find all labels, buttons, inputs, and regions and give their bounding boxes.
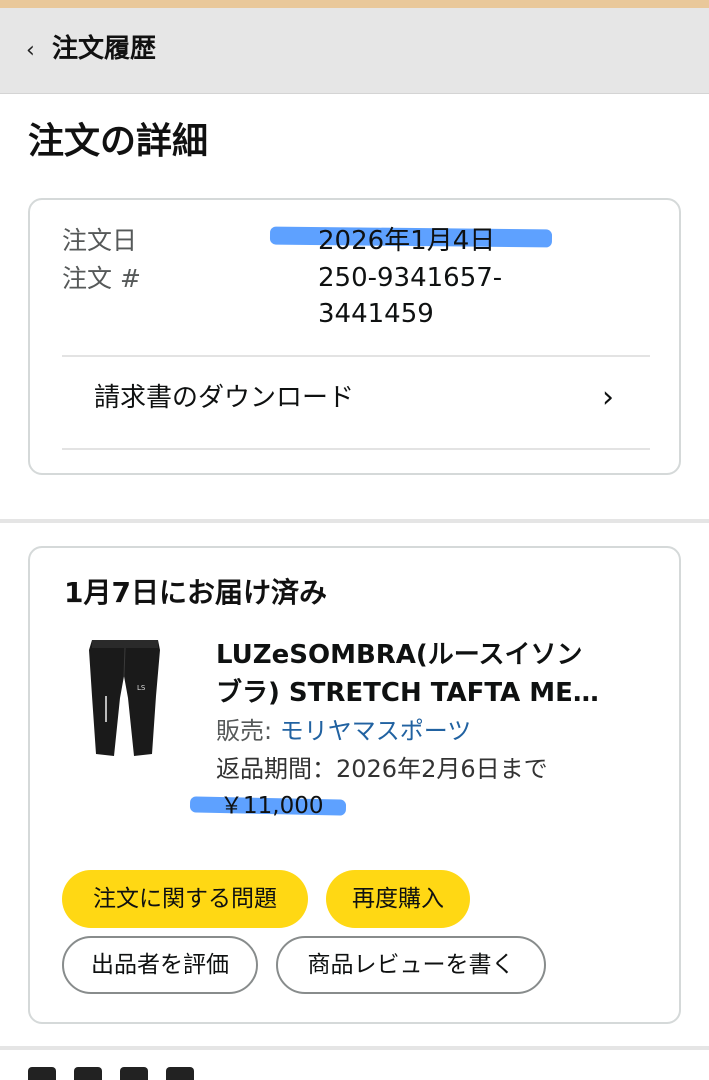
chevron-left-icon[interactable]: ‹ xyxy=(26,40,35,62)
order-date-label: 注文日 xyxy=(62,226,138,255)
product-name[interactable]: LUZeSOMBRA(ルースイソン ブラ) STRETCH TAFTA ME… xyxy=(216,636,656,712)
order-date-value: 2026年1月4日 xyxy=(318,226,496,256)
buy-again-button[interactable]: 再度購入 xyxy=(326,870,470,928)
seller-line: 販売: モリヤマスポーツ xyxy=(216,714,471,748)
invoice-download-label[interactable]: 請求書のダウンロード xyxy=(94,380,354,416)
page-title: 注文の詳細 xyxy=(28,121,209,162)
shipment-card: 1月7日にお届け済み LS LUZeSOMBRA(ルースイソン ブラ) STRE… xyxy=(28,546,681,1024)
chevron-right-icon[interactable]: › xyxy=(602,380,614,416)
order-summary-card: 注文日 2026年1月4日 注文 # 250-9341657- 3441459 … xyxy=(28,198,681,475)
section-separator xyxy=(0,519,709,523)
invoice-download-row[interactable]: 請求書のダウンロード › xyxy=(62,358,650,448)
product-price: ￥11,000 xyxy=(220,793,324,819)
svg-text:LS: LS xyxy=(137,684,146,692)
seller-link[interactable]: モリヤマスポーツ xyxy=(280,717,472,745)
next-section-heading-clipped xyxy=(28,1066,228,1080)
rate-seller-button[interactable]: 出品者を評価 xyxy=(62,936,258,994)
product-name-line1[interactable]: LUZeSOMBRA(ルースイソン xyxy=(216,636,656,674)
top-edge-strip xyxy=(0,0,709,8)
divider xyxy=(62,448,650,450)
order-number-value-line1: 250-9341657- xyxy=(318,263,503,293)
divider xyxy=(62,355,650,357)
back-to-order-history[interactable]: 注文履歴 xyxy=(52,32,156,66)
delivery-status: 1月7日にお届け済み xyxy=(64,576,327,609)
product-image[interactable]: LS xyxy=(86,636,164,760)
seller-label: 販売: xyxy=(216,717,280,745)
write-review-button[interactable]: 商品レビューを書く xyxy=(276,936,546,994)
return-window: 返品期間：2026年2月6日まで xyxy=(216,755,548,783)
order-problem-button[interactable]: 注文に関する問題 xyxy=(62,870,308,928)
product-name-line2[interactable]: ブラ) STRETCH TAFTA ME… xyxy=(216,674,656,712)
section-separator xyxy=(0,1046,709,1050)
order-number-label: 注文 # xyxy=(62,264,141,293)
nav-bar: ‹ 注文履歴 xyxy=(0,8,709,94)
order-number-value-line2: 3441459 xyxy=(318,299,434,329)
